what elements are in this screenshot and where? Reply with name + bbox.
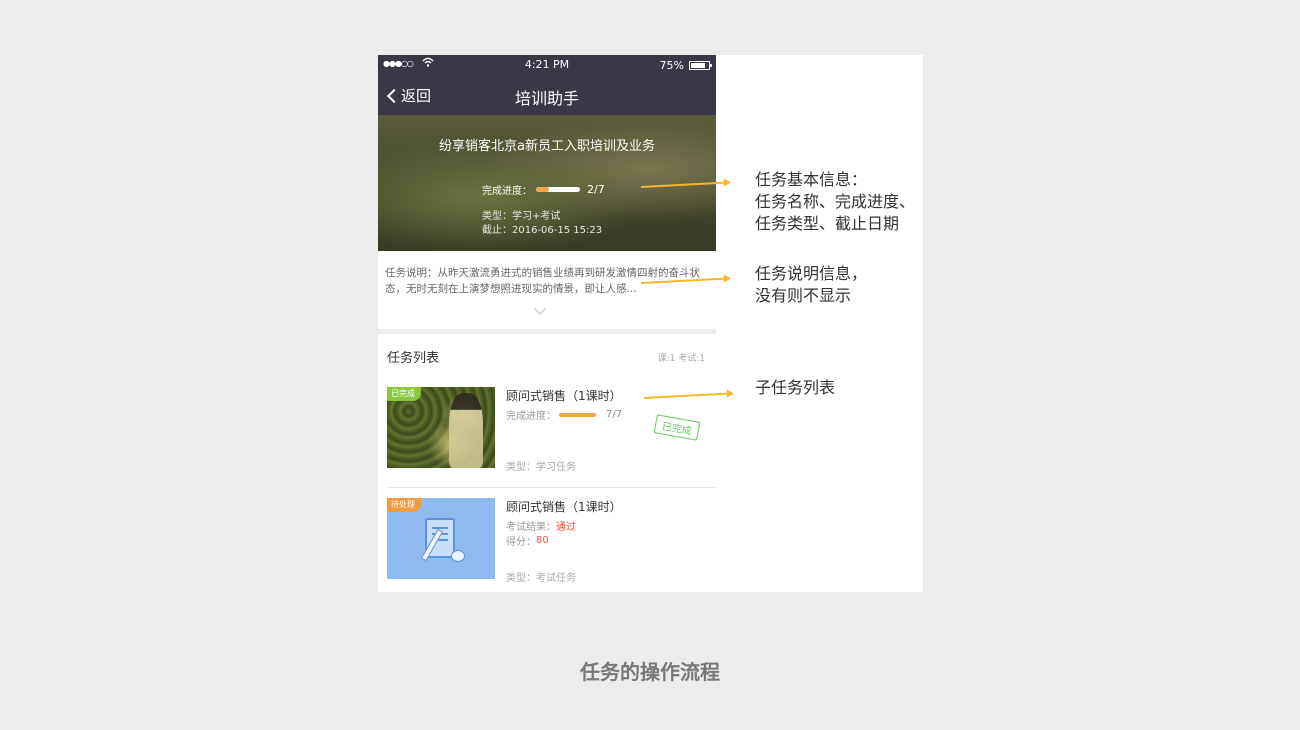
battery-percent: 75%: [659, 59, 684, 72]
task-description: 任务说明：从昨天激流勇进式的销售业绩再到研发激情四射的奋斗状态，无时无刻在上演梦…: [378, 251, 716, 329]
subtask-type: 类型：学习任务: [506, 462, 576, 473]
callout-subtask-list: 子任务列表: [755, 377, 922, 399]
task-name: 纷享销客北京a新员工入职培训及业务: [439, 139, 655, 154]
status-bar: ●●●○○ 4:21 PM 75%: [378, 55, 716, 75]
callout-description-info: 任务说明信息， 没有则不显示: [755, 263, 922, 307]
task-list-header: 任务列表: [387, 351, 440, 366]
task-progress: 完成进度： 2/7: [482, 182, 605, 197]
chevron-down-icon[interactable]: [534, 303, 546, 315]
phone-screen: ●●●○○ 4:21 PM 75% 返回 培训助手 纷享销客北京a新员工入职培训…: [378, 55, 716, 592]
task-deadline: 截止：2016-06-15 15:23: [482, 225, 603, 236]
completed-stamp: 已完成: [653, 414, 701, 441]
callout-line: 任务类型、截止日期: [755, 214, 900, 233]
status-badge: 待处理: [387, 498, 421, 512]
callout-line: 任务说明信息，: [755, 264, 868, 283]
score-label: 得分：: [506, 537, 536, 548]
chat-bubble-icon: [451, 550, 465, 562]
page-title: 培训助手: [514, 89, 579, 108]
task-type: 类型：学习+考试: [482, 211, 561, 222]
subtask-name: 顾问式销售（1课时）: [506, 389, 622, 403]
list-item[interactable]: 已完成 顾问式销售（1课时） 完成进度： 7/7 已完成 类型：学习任务: [378, 378, 716, 488]
section-divider: [378, 329, 716, 334]
subtask-type: 类型：考试任务: [506, 573, 576, 584]
status-badge: 已完成: [387, 387, 421, 401]
task-thumbnail: 已完成: [387, 387, 495, 468]
callout-basic-info: 任务基本信息： 任务名称、完成进度、 任务类型、截止日期: [755, 169, 922, 235]
progress-label: 完成进度：: [482, 186, 532, 197]
slide-caption: 任务的操作流程: [580, 660, 720, 684]
progress-label: 完成进度：: [506, 411, 556, 422]
result-value: 通过: [556, 522, 576, 533]
callout-line: 任务基本信息：: [755, 170, 868, 189]
callout-line: 任务名称、完成进度、: [755, 192, 916, 211]
row-divider: [387, 487, 716, 488]
list-item[interactable]: 待处理 顾问式销售（1课时） 考试结果： 通过 得分： 80 类型：考试任务: [378, 489, 716, 592]
progress-bar: [559, 412, 596, 417]
callout-line: 子任务列表: [755, 378, 836, 397]
task-hero-banner: 纷享销客北京a新员工入职培训及业务 完成进度： 2/7 类型：学习+考试 截止：…: [378, 115, 716, 251]
progress-bar: [536, 187, 580, 192]
subtask-name: 顾问式销售（1课时）: [506, 500, 622, 514]
progress-count: 7/7: [606, 409, 623, 420]
person-figure: [449, 393, 483, 468]
progress-count: 2/7: [587, 183, 605, 196]
callout-line: 没有则不显示: [755, 286, 852, 305]
task-list-counts: 课:1 考试:1: [657, 354, 705, 364]
battery-icon: [689, 61, 712, 70]
score-value: 80: [536, 535, 549, 546]
task-thumbnail: 待处理: [387, 498, 495, 579]
exam-score: 得分： 80: [506, 533, 549, 548]
nav-bar: 返回 培训助手: [378, 75, 716, 115]
exam-result: 考试结果： 通过: [506, 518, 576, 533]
result-label: 考试结果：: [506, 522, 556, 533]
subtask-progress: 完成进度： 7/7: [506, 407, 622, 422]
